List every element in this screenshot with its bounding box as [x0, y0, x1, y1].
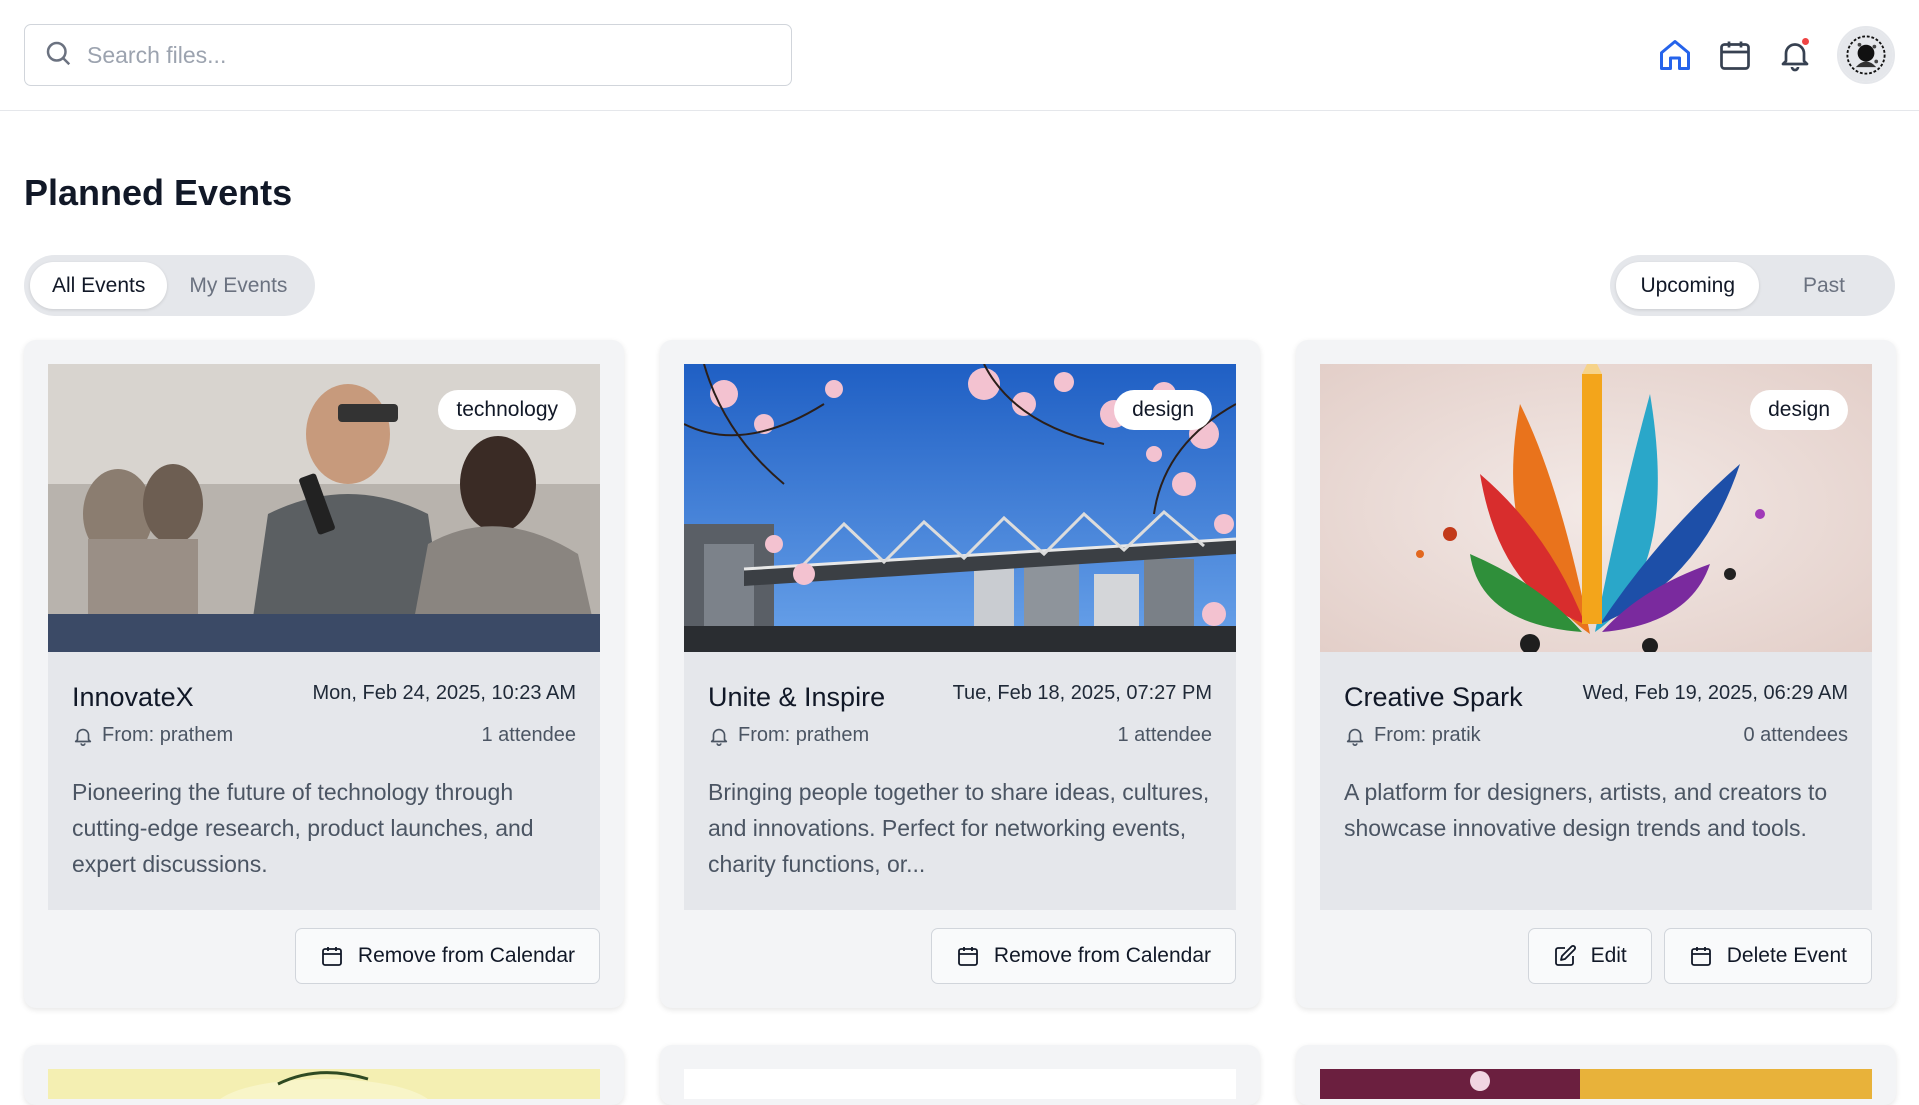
event-card[interactable]: design Unite & Inspire Tue, Feb 18, 2025…: [660, 340, 1260, 1008]
organizer-label: From: pratik: [1374, 724, 1481, 746]
edit-button[interactable]: Edit: [1527, 928, 1652, 984]
remove-from-calendar-button[interactable]: Remove from Calendar: [294, 928, 600, 984]
category-tag: technology: [438, 390, 576, 430]
bell-icon: [710, 728, 728, 746]
remove-from-calendar-button[interactable]: Remove from Calendar: [930, 928, 1236, 984]
scope-toggle: All Events My Events: [24, 255, 316, 316]
notification-dot: [1800, 36, 1811, 47]
event-card[interactable]: [24, 1045, 624, 1105]
page-title: Planned Events: [24, 172, 293, 213]
category-tag: design: [1750, 390, 1848, 430]
event-image: [684, 1069, 1236, 1099]
attendee-count: 1 attendee: [1117, 724, 1212, 746]
card-actions: Remove from Calendar: [283, 928, 600, 984]
event-card[interactable]: [1296, 1045, 1896, 1105]
search-box[interactable]: [24, 24, 792, 86]
event-card-body: design Creative Spark Wed, Feb 19, 2025,…: [1320, 364, 1872, 910]
button-label: Remove from Calendar: [357, 944, 575, 967]
event-description: A platform for designers, artists, and c…: [1344, 779, 1828, 841]
event-card-body: technology InnovateX Mon, Feb 24, 2025, …: [48, 364, 600, 910]
card-actions: Edit Delete Event: [1516, 928, 1872, 984]
attendee-count: 0 attendees: [1743, 724, 1848, 746]
button-label: Remove from Calendar: [993, 944, 1211, 967]
button-label: Edit: [1590, 944, 1627, 967]
event-description: Bringing people together to share ideas,…: [708, 779, 1210, 877]
event-card-body: design Unite & Inspire Tue, Feb 18, 2025…: [684, 364, 1236, 910]
event-title: Creative Spark: [1344, 682, 1523, 712]
tab-my-events[interactable]: My Events: [167, 262, 309, 309]
search-input[interactable]: [87, 41, 767, 69]
event-card[interactable]: [660, 1045, 1260, 1105]
event-description: Pioneering the future of technology thro…: [72, 779, 534, 877]
home-icon[interactable]: [1655, 35, 1695, 75]
organizer-label: From: prathem: [102, 724, 234, 746]
attendee-count: 1 attendee: [481, 724, 576, 746]
user-avatar[interactable]: [1837, 26, 1895, 84]
top-bar: [0, 0, 1919, 111]
calendar-icon[interactable]: [1715, 35, 1755, 75]
delete-event-button[interactable]: Delete Event: [1663, 928, 1872, 984]
bell-icon: [1346, 728, 1364, 746]
event-date: Tue, Feb 18, 2025, 07:27 PM: [952, 682, 1212, 704]
event-date: Mon, Feb 24, 2025, 10:23 AM: [312, 682, 576, 704]
event-image: [1320, 1069, 1872, 1099]
card-actions: Remove from Calendar: [919, 928, 1236, 984]
edit-icon: [1554, 945, 1576, 966]
top-icons: [1635, 24, 1895, 86]
tab-all-events[interactable]: All Events: [30, 262, 168, 309]
calendar-icon: [322, 947, 342, 966]
calendar-icon: [1690, 947, 1711, 966]
search-icon: [43, 38, 73, 73]
event-card[interactable]: technology InnovateX Mon, Feb 24, 2025, …: [24, 340, 624, 1008]
event-title: Unite & Inspire: [708, 682, 886, 712]
calendar-icon: [958, 947, 978, 966]
organizer-label: From: prathem: [738, 724, 870, 746]
notification-bell-icon[interactable]: [1775, 35, 1815, 75]
button-label: Delete Event: [1726, 944, 1847, 967]
event-title: InnovateX: [72, 682, 194, 712]
tab-past[interactable]: Past: [1759, 262, 1889, 309]
tab-upcoming[interactable]: Upcoming: [1616, 262, 1759, 309]
event-organizer: From: prathem: [72, 724, 233, 747]
event-card[interactable]: design Creative Spark Wed, Feb 19, 2025,…: [1296, 340, 1896, 1008]
event-organizer: From: prathem: [708, 724, 869, 747]
time-toggle: Upcoming Past: [1610, 255, 1895, 316]
event-image: [48, 1069, 600, 1105]
category-tag: design: [1114, 390, 1212, 430]
bell-icon: [74, 728, 92, 746]
event-organizer: From: pratik: [1344, 724, 1481, 747]
event-date: Wed, Feb 19, 2025, 06:29 AM: [1582, 682, 1848, 704]
